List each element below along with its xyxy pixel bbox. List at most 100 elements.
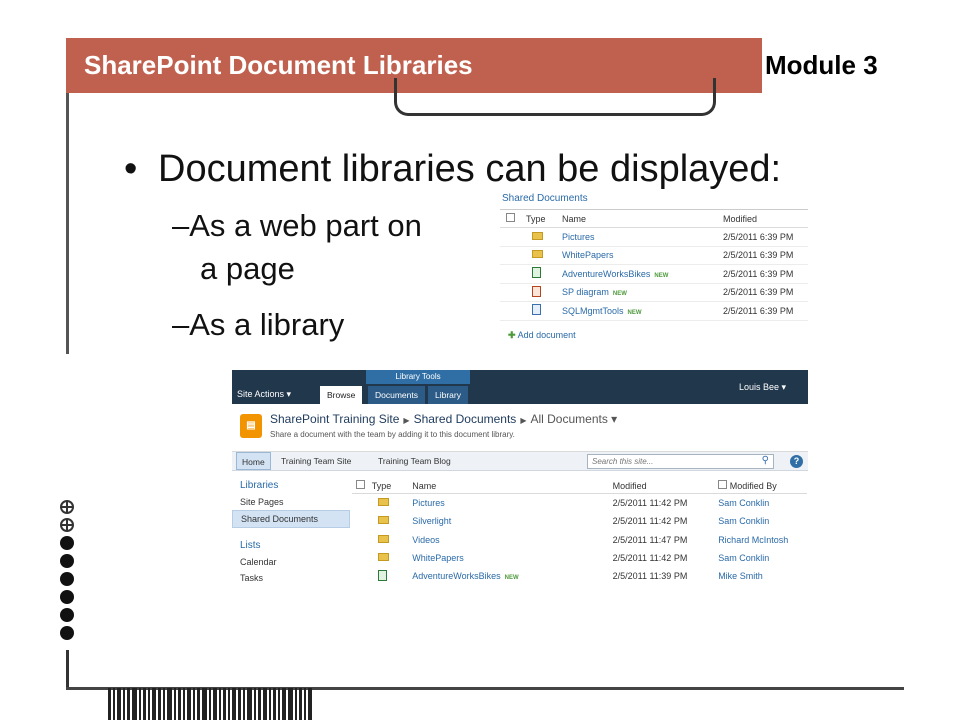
col-type[interactable]: Type (524, 214, 562, 224)
table-row[interactable]: Videos 2/5/2011 11:47 PM Richard McIntosh (352, 531, 807, 549)
tab-browse[interactable]: Browse (320, 386, 363, 404)
table-row[interactable]: WhitePapers 2/5/2011 6:39 PM (500, 247, 808, 265)
barcode-bar (308, 688, 312, 720)
modified-by-link[interactable]: Richard McIntosh (718, 535, 807, 545)
top-nav: Home Training Team Site Training Team Bl… (232, 452, 808, 471)
webpart-header-row: Type Name Modified (500, 210, 808, 228)
barcode-bar (304, 688, 306, 720)
barcode-decoration (108, 688, 312, 720)
dot-icon (60, 608, 74, 622)
barcode-bar (232, 688, 236, 720)
quick-tasks[interactable]: Tasks (232, 570, 350, 586)
crosshair-dot-icon (60, 500, 74, 514)
barcode-bar (288, 688, 293, 720)
dot-icon (60, 626, 74, 640)
library-screenshot: Site Actions ▾ Library Tools Browse Docu… (232, 370, 808, 595)
table-row[interactable]: Pictures 2/5/2011 11:42 PM Sam Conklin (352, 494, 807, 512)
document-name-link[interactable]: Videos (412, 535, 612, 545)
document-name-link[interactable]: WhitePapers (562, 250, 723, 260)
table-row[interactable]: AdventureWorksBikes NEW 2/5/2011 11:39 PM M… (352, 567, 807, 585)
quick-calendar[interactable]: Calendar (232, 554, 350, 570)
breadcrumb-arrow-icon: ▶ (403, 416, 410, 425)
modified-by-link[interactable]: Sam Conklin (718, 553, 807, 563)
document-name-link[interactable]: AdventureWorksBikes NEW (412, 571, 612, 581)
title-area: ▤ SharePoint Training Site ▶ Shared Docume… (232, 404, 808, 452)
left-border-line-lower (66, 650, 69, 690)
modified-by-link[interactable]: Mike Smith (718, 571, 807, 581)
help-icon[interactable]: ? (790, 455, 803, 468)
decorative-dots (60, 500, 74, 640)
quick-lists-heading[interactable]: Lists (232, 528, 350, 554)
barcode-bar (158, 688, 161, 720)
modified-date: 2/5/2011 11:47 PM (612, 534, 688, 545)
select-all-checkbox[interactable] (356, 480, 365, 489)
barcode-bar (152, 688, 156, 720)
document-grid: Type Name Modified Modified By Pictures 2… (352, 478, 807, 585)
document-name-link[interactable]: Silverlight (412, 516, 612, 526)
col-modified[interactable]: Modified (613, 481, 719, 491)
barcode-bar (139, 688, 141, 720)
user-menu[interactable]: Louis Bee ▾ (739, 382, 786, 393)
tab-library[interactable]: Library (428, 386, 468, 404)
document-name-link[interactable]: AdventureWorksBikes NEW (562, 269, 723, 279)
col-name[interactable]: Name (562, 214, 723, 224)
table-row[interactable]: Silverlight 2/5/2011 11:42 PM Sam Conklin (352, 512, 807, 530)
tab-documents[interactable]: Documents (368, 386, 425, 404)
barcode-bar (299, 688, 302, 720)
modified-date: 2/5/2011 11:39 PM (612, 571, 688, 582)
barcode-bar (254, 688, 256, 720)
barcode-bar (174, 688, 176, 720)
col-modified-by[interactable]: Modified By (718, 480, 807, 491)
document-name-link[interactable]: SP diagram NEW (562, 287, 723, 297)
table-row[interactable]: SQLMgmtTools NEW 2/5/2011 6:39 PM (500, 302, 808, 321)
modified-by-link[interactable]: Sam Conklin (718, 498, 807, 508)
document-name-link[interactable]: SQLMgmtTools NEW (562, 306, 723, 316)
barcode-bar (193, 688, 195, 720)
excel-icon (377, 569, 387, 581)
document-name-link[interactable]: WhitePapers (412, 553, 612, 563)
table-row[interactable]: AdventureWorksBikes NEW 2/5/2011 6:39 PM (500, 265, 808, 284)
col-type[interactable]: Type (372, 481, 412, 491)
table-row[interactable]: WhitePapers 2/5/2011 11:42 PM Sam Conklin (352, 549, 807, 567)
col-name[interactable]: Name (412, 481, 612, 491)
main-bullet-text: Document libraries can be displayed: (158, 148, 782, 190)
barcode-bar (278, 688, 280, 720)
quick-site-pages[interactable]: Site Pages (232, 494, 350, 510)
breadcrumb-view[interactable]: All Documents ▾ (530, 412, 617, 426)
dot-icon (60, 590, 74, 604)
table-row[interactable]: SP diagram NEW 2/5/2011 6:39 PM (500, 284, 808, 302)
search-placeholder: Search this site... (592, 457, 654, 466)
barcode-bar (117, 688, 121, 720)
barcode-bar (209, 688, 211, 720)
dot-icon (60, 554, 74, 568)
nav-training-team-blog[interactable]: Training Team Blog (373, 452, 456, 470)
col-modified[interactable]: Modified (723, 214, 808, 224)
document-name-link[interactable]: Pictures (412, 498, 612, 508)
barcode-bar (282, 688, 286, 720)
barcode-bar (202, 688, 207, 720)
quick-libraries-heading[interactable]: Libraries (232, 474, 350, 494)
webpart-title[interactable]: Shared Documents (500, 190, 808, 210)
modified-date: 2/5/2011 6:39 PM (723, 287, 794, 298)
site-actions-menu[interactable]: Site Actions ▾ (237, 389, 291, 400)
add-document-label: Add document (517, 329, 576, 340)
search-icon[interactable]: ⚲ (762, 455, 769, 466)
modified-by-checkbox[interactable] (718, 480, 728, 489)
document-name-link[interactable]: Pictures (562, 232, 723, 242)
modified-date: 2/5/2011 6:39 PM (723, 231, 794, 242)
table-row[interactable]: Pictures 2/5/2011 6:39 PM (500, 228, 808, 247)
quick-shared-documents[interactable]: Shared Documents (232, 510, 350, 528)
select-all-checkbox[interactable] (506, 213, 515, 222)
add-document-link[interactable]: ✚ Add document (500, 321, 808, 341)
new-badge: NEW (627, 309, 642, 316)
folder-icon (532, 250, 543, 259)
nav-home[interactable]: Home (236, 452, 271, 470)
barcode-bar (263, 688, 267, 720)
modified-by-link[interactable]: Sam Conklin (718, 516, 807, 526)
search-input[interactable]: Search this site... ⚲ (587, 454, 774, 469)
barcode-bar (113, 688, 115, 720)
nav-training-team-site[interactable]: Training Team Site (276, 452, 356, 470)
breadcrumb-site[interactable]: SharePoint Training Site (270, 412, 399, 426)
breadcrumb-library[interactable]: Shared Documents (414, 412, 517, 426)
new-badge: NEW (654, 272, 669, 279)
